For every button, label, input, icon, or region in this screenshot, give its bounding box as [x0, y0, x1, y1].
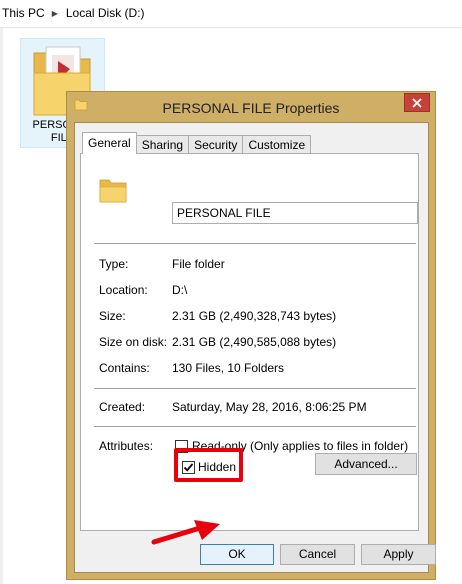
folder-name-input[interactable]: PERSONAL FILE [172, 202, 418, 224]
created-label: Created: [99, 400, 146, 414]
type-value: File folder [172, 257, 225, 271]
dialog-client-area: General Sharing Security Customize PERSO… [74, 122, 436, 573]
navigation-pane-edge [0, 28, 3, 584]
properties-dialog: PERSONAL FILE Properties General Sharing… [66, 91, 436, 580]
advanced-button[interactable]: Advanced... [315, 453, 417, 475]
breadcrumb-chevron-icon[interactable]: ▶ [52, 9, 58, 18]
separator [94, 426, 416, 427]
dialog-title: PERSONAL FILE Properties [162, 100, 340, 116]
tab-customize[interactable]: Customize [242, 135, 312, 154]
dialog-titlebar[interactable]: PERSONAL FILE Properties [67, 92, 435, 122]
separator [94, 388, 416, 389]
size-on-disk-value: 2.31 GB (2,490,585,088 bytes) [172, 335, 337, 349]
tab-general[interactable]: General [82, 132, 137, 154]
close-button[interactable] [404, 93, 430, 112]
type-label: Type: [99, 257, 129, 271]
separator [94, 243, 416, 244]
close-icon [412, 97, 422, 108]
attributes-label: Attributes: [99, 439, 154, 453]
tab-strip: General Sharing Security Customize [82, 132, 312, 154]
apply-button[interactable]: Apply [361, 544, 436, 565]
breadcrumb-item-this-pc[interactable]: This PC [2, 6, 45, 20]
contains-label: Contains: [99, 361, 150, 375]
size-label: Size: [99, 309, 126, 323]
size-value: 2.31 GB (2,490,328,743 bytes) [172, 309, 337, 323]
folder-icon [99, 179, 127, 203]
tab-sharing[interactable]: Sharing [135, 135, 190, 154]
size-on-disk-label: Size on disk: [99, 335, 168, 349]
contains-value: 130 Files, 10 Folders [172, 361, 285, 375]
address-divider [0, 27, 462, 28]
hidden-checkbox-annotation-box [174, 448, 243, 482]
general-tab-panel: PERSONAL FILE Type: File folder Location… [80, 153, 419, 531]
breadcrumb-item-local-disk[interactable]: Local Disk (D:) [66, 6, 145, 20]
tab-security[interactable]: Security [188, 135, 244, 154]
cancel-button[interactable]: Cancel [280, 544, 355, 565]
created-value: Saturday, May 28, 2016, 8:06:25 PM [172, 400, 367, 414]
location-label: Location: [99, 283, 148, 297]
red-arrow-annotation [151, 520, 220, 545]
location-value: D:\ [172, 283, 188, 297]
breadcrumb: This PC ▶ Local Disk (D:) [0, 0, 462, 26]
